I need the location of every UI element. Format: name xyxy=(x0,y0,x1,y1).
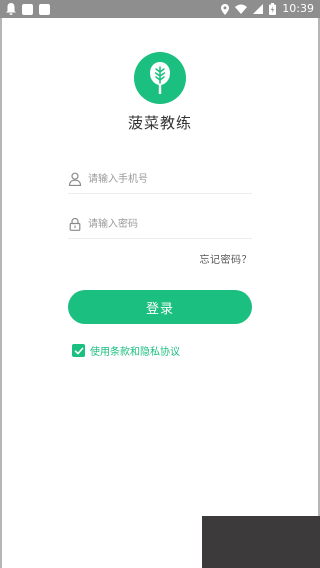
lock-icon xyxy=(69,217,81,231)
login-button[interactable]: 登录 xyxy=(68,290,252,324)
battery-icon xyxy=(269,3,277,15)
password-field xyxy=(68,212,252,239)
leaf-tree-icon xyxy=(150,62,170,94)
location-icon xyxy=(221,3,230,15)
app-name: 菠菜教练 xyxy=(127,114,192,132)
user-icon xyxy=(68,172,82,186)
password-input[interactable] xyxy=(88,214,248,234)
status-notifications xyxy=(6,3,50,15)
phone-input[interactable] xyxy=(88,169,248,189)
agreement-checkbox[interactable] xyxy=(72,344,85,357)
status-time: 10:39 xyxy=(282,2,314,15)
status-indicators: 10:39 xyxy=(221,2,314,16)
phone-field xyxy=(68,167,252,194)
window-frame-left xyxy=(0,18,2,568)
forgot-password-link[interactable]: 忘记密码？ xyxy=(200,251,253,266)
status-bar: 10:39 xyxy=(0,0,320,18)
app-logo xyxy=(134,52,186,104)
agreement-link[interactable]: 使用条款和隐私协议 xyxy=(90,343,180,358)
notification-app-icon xyxy=(39,3,50,15)
corner-overlay xyxy=(202,516,320,568)
notification-app-icon xyxy=(22,3,33,15)
checkmark-icon xyxy=(74,347,83,354)
wifi-icon xyxy=(235,4,248,14)
agreement-row: 使用条款和隐私协议 xyxy=(72,343,180,358)
notification-bell-icon xyxy=(6,3,16,15)
signal-icon xyxy=(253,4,264,14)
